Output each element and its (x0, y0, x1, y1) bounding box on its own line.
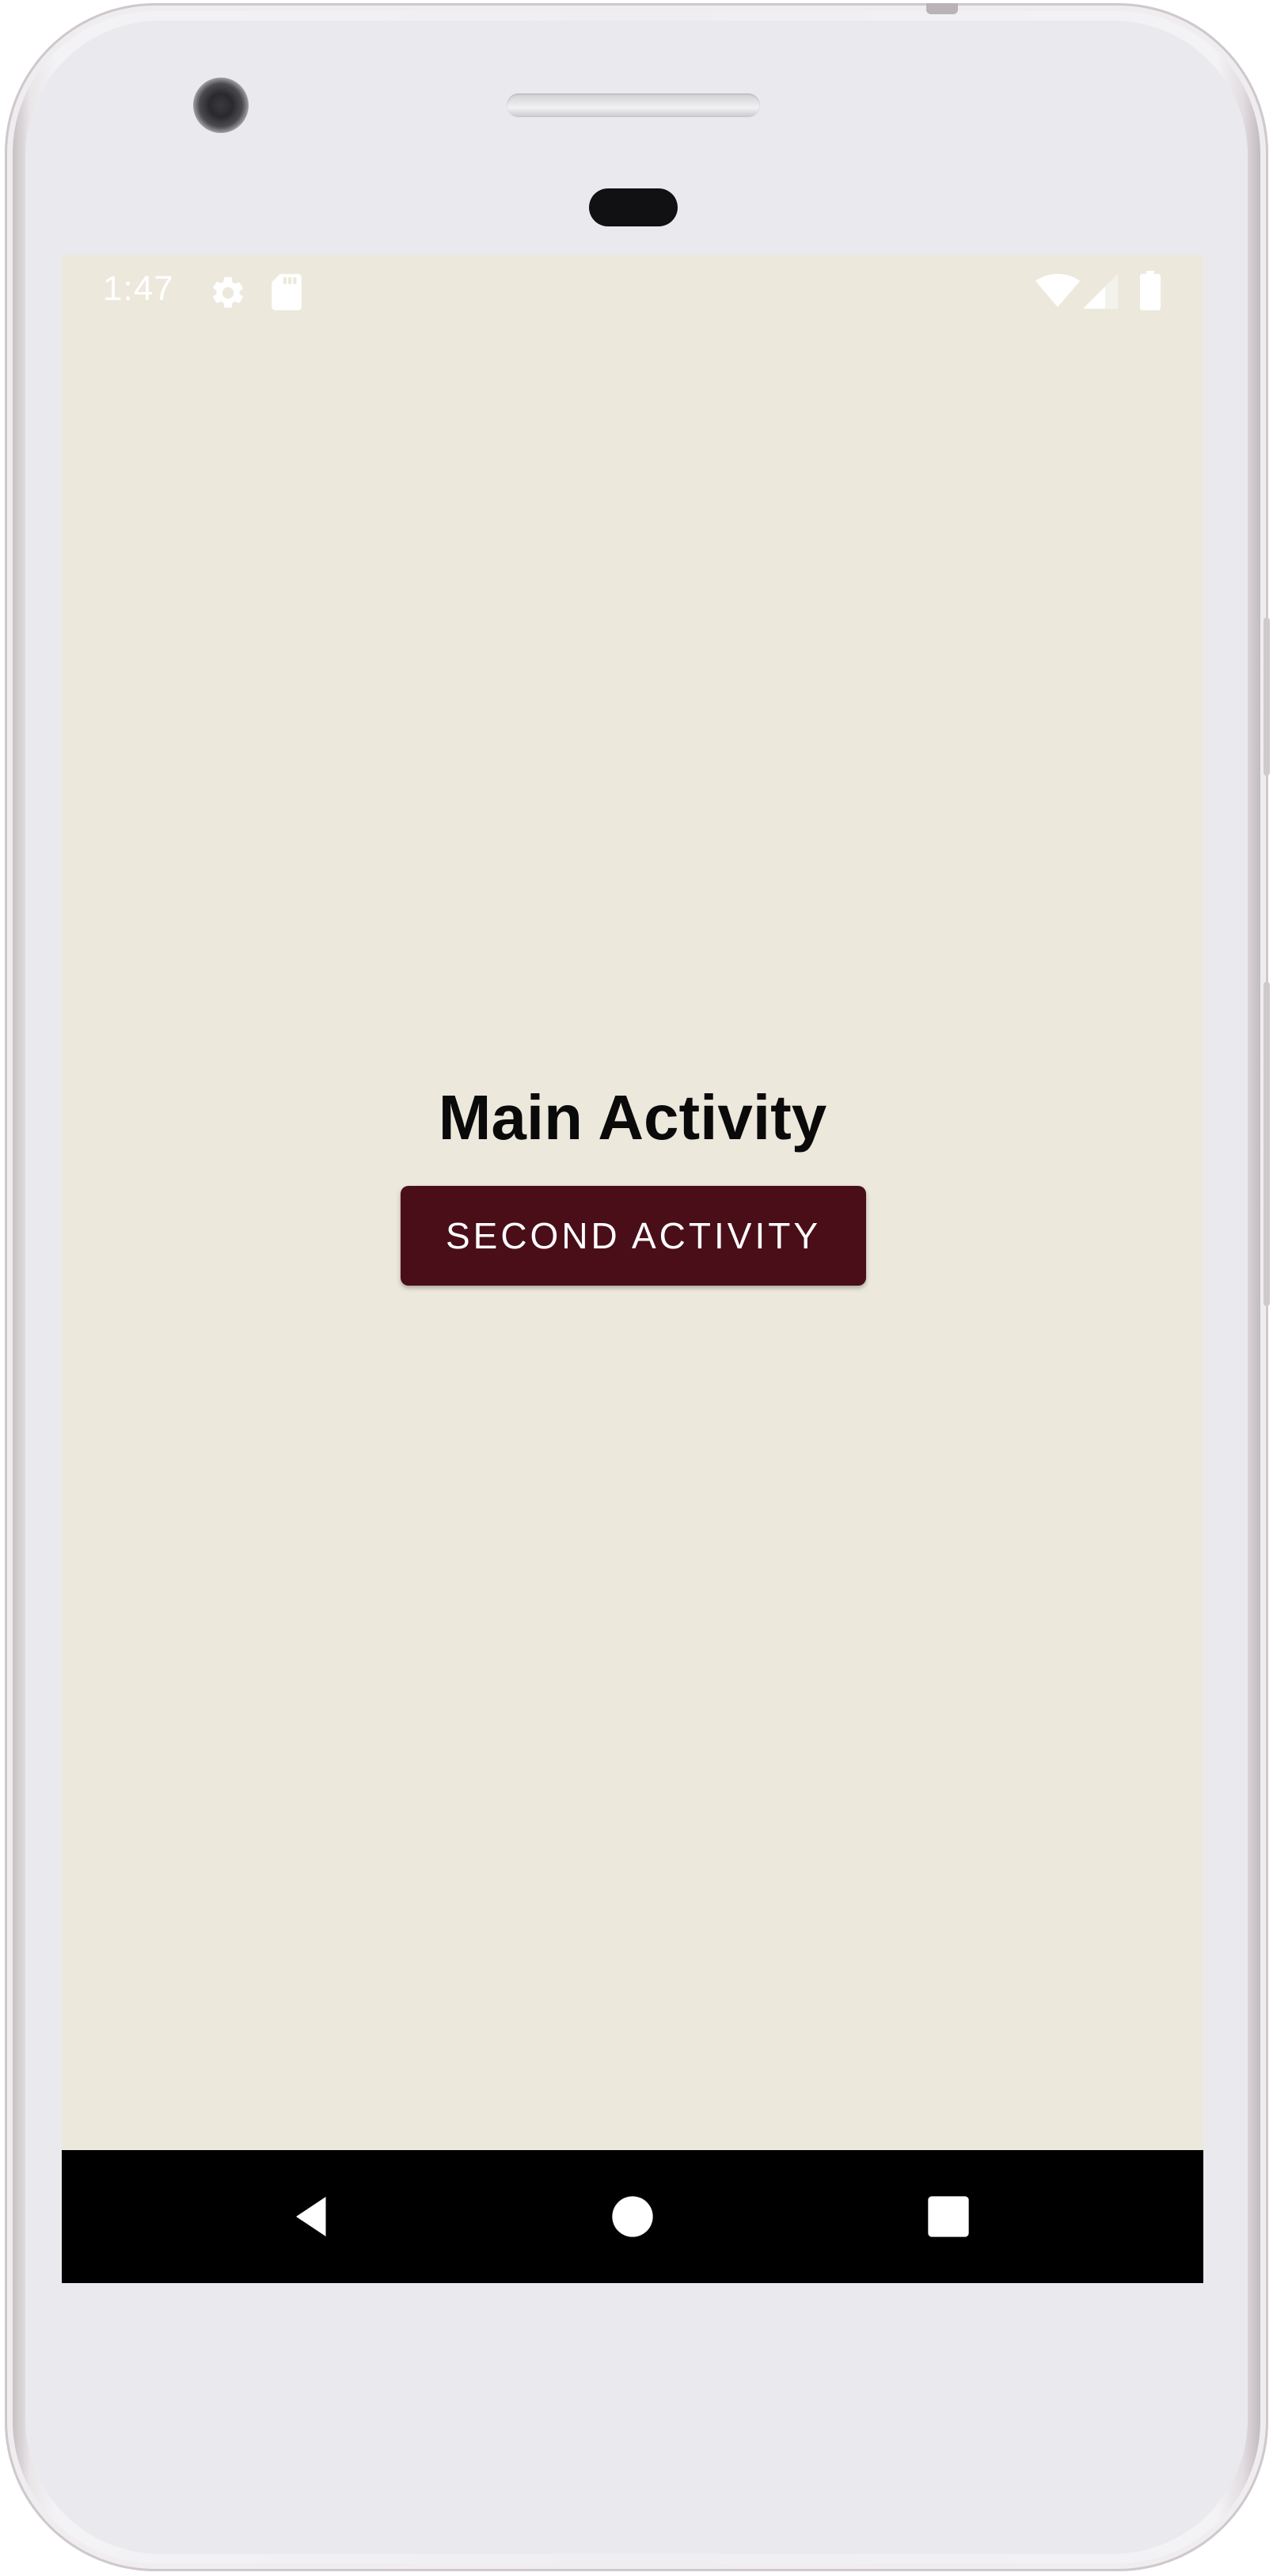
phone-top-edge (926, 3, 958, 14)
phone-screen: 1:47 Main Activity SECOND ACTIVITY (62, 255, 1203, 2283)
recents-button[interactable] (917, 2185, 980, 2248)
front-camera (193, 78, 249, 133)
second-activity-button[interactable]: SECOND ACTIVITY (401, 1186, 866, 1286)
home-button[interactable] (601, 2185, 664, 2248)
back-icon (296, 2197, 326, 2236)
main-activity-content: Main Activity SECOND ACTIVITY (62, 255, 1203, 2150)
home-icon (612, 2196, 653, 2237)
navigation-bar (62, 2150, 1203, 2283)
page-title: Main Activity (438, 1082, 827, 1153)
phone-volume-button (1264, 617, 1270, 776)
earpiece-speaker (507, 93, 760, 117)
back-button[interactable] (280, 2185, 344, 2248)
recents-icon (928, 2196, 969, 2237)
phone-power-button (1264, 982, 1270, 1306)
proximity-sensor (589, 188, 678, 226)
